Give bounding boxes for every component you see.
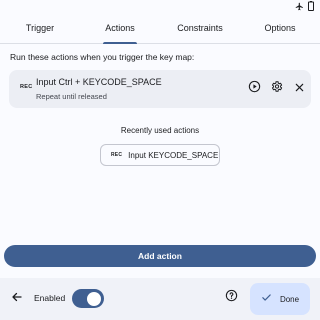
recently-used-heading: Recently used actions	[120, 126, 200, 135]
tab-options[interactable]: Options	[240, 12, 320, 43]
help-icon	[225, 289, 238, 307]
check-icon	[261, 290, 272, 308]
remove-action-button[interactable]	[290, 80, 308, 98]
arrow-back-icon	[11, 290, 23, 308]
battery-icon	[308, 1, 314, 11]
record-key-icon: REC	[20, 84, 33, 90]
action-title: Input Ctrl + KEYCODE_SPACE	[36, 77, 162, 87]
help-button[interactable]	[223, 289, 239, 307]
recent-action-chip[interactable]: REC Input KEYCODE_SPACE	[100, 144, 220, 166]
close-icon	[294, 80, 305, 98]
recent-action-label: Input KEYCODE_SPACE	[128, 150, 219, 160]
actions-instructions: Run these actions when you trigger the k…	[10, 52, 195, 62]
record-key-icon: REC	[111, 152, 123, 158]
back-button[interactable]	[9, 291, 25, 307]
tab-constraints[interactable]: Constraints	[160, 12, 240, 43]
tab-bar: Trigger Actions Constraints Options	[0, 12, 320, 44]
tab-actions[interactable]: Actions	[80, 12, 160, 43]
toggle-knob	[87, 291, 101, 306]
action-subtitle: Repeat until released	[36, 92, 107, 101]
airplane-icon	[295, 2, 304, 11]
gear-icon	[270, 80, 283, 98]
bottom-bar: Enabled Done	[0, 278, 320, 320]
add-action-button[interactable]: Add action	[4, 245, 316, 267]
action-settings-button[interactable]	[267, 80, 285, 98]
enabled-toggle[interactable]	[72, 289, 104, 308]
play-icon	[248, 80, 261, 98]
test-action-button[interactable]	[245, 80, 263, 98]
status-bar	[0, 0, 320, 12]
done-button[interactable]: Done	[250, 283, 310, 315]
action-card[interactable]: REC Input Ctrl + KEYCODE_SPACE Repeat un…	[9, 70, 311, 108]
tab-trigger[interactable]: Trigger	[0, 12, 80, 43]
enabled-label: Enabled	[34, 293, 66, 303]
status-icons	[295, 1, 314, 11]
done-label: Done	[279, 294, 300, 304]
